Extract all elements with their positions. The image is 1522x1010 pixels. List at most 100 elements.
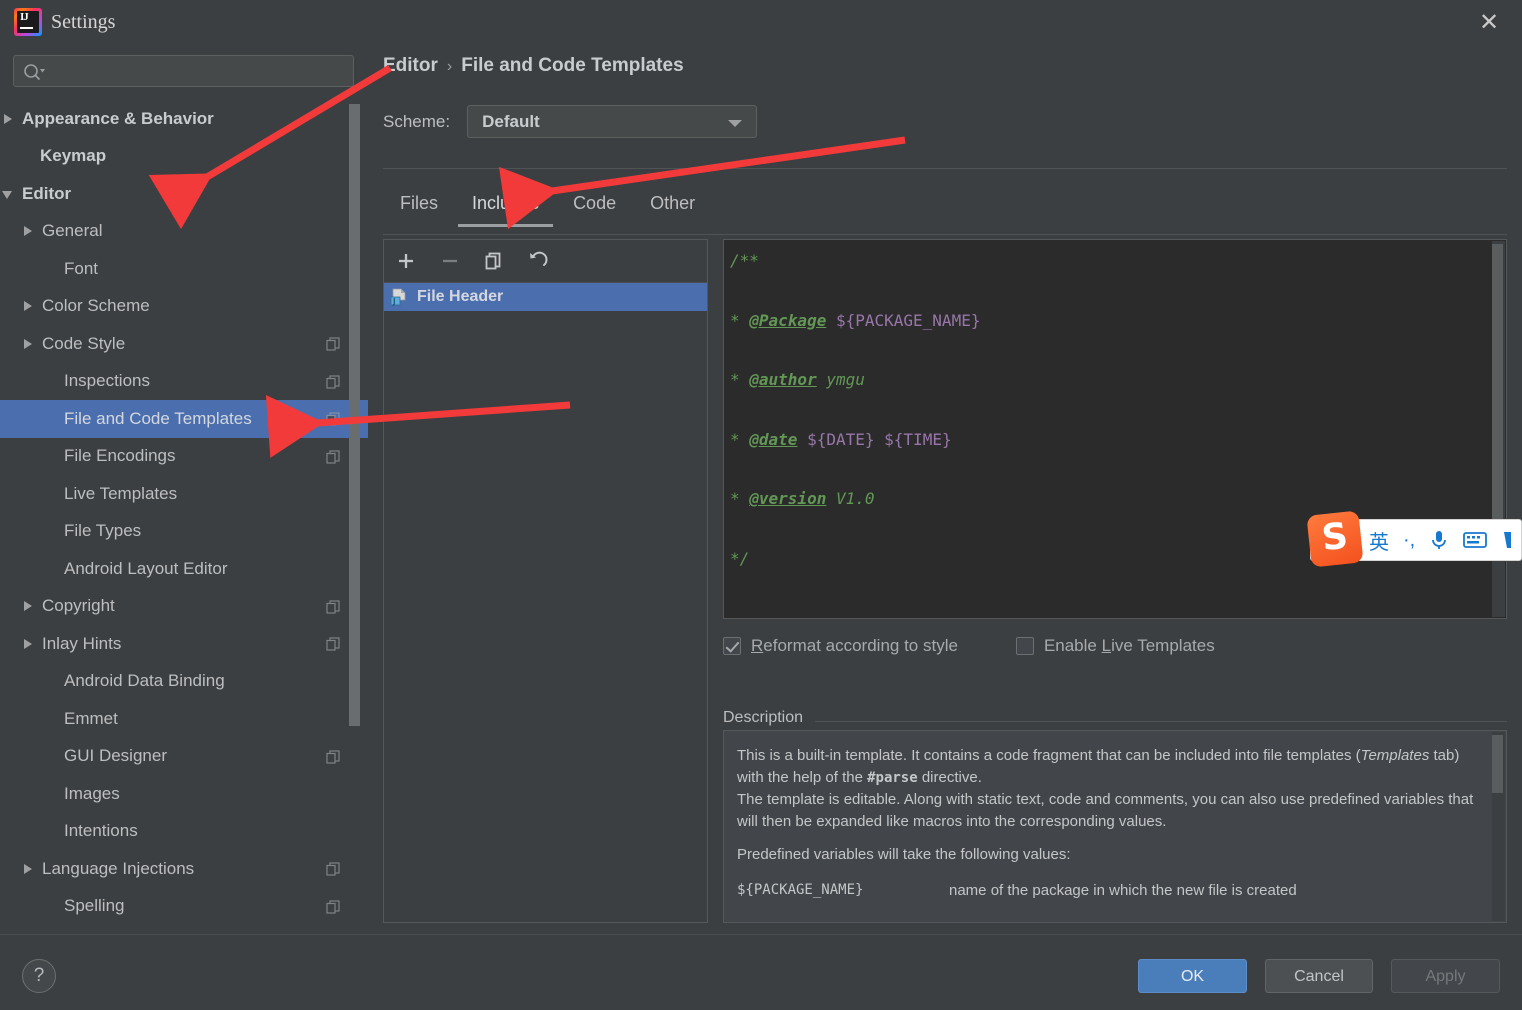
cancel-button[interactable]: Cancel	[1265, 959, 1373, 993]
editor-options: Reformat according to style Enable Live T…	[723, 636, 1273, 656]
chevron-right-icon[interactable]	[20, 861, 36, 877]
sidebar-item-inlay-hints[interactable]: Inlay Hints	[0, 625, 368, 663]
copy-settings-icon	[326, 374, 340, 389]
breadcrumb-parent[interactable]: Editor	[383, 55, 438, 76]
tab-other[interactable]: Other	[633, 183, 712, 227]
sidebar-item-file-and-code-templates[interactable]: File and Code Templates	[0, 400, 368, 438]
sidebar-item-spelling[interactable]: Spelling	[0, 888, 368, 926]
sidebar-item-label: Intentions	[64, 821, 138, 841]
sidebar-item-label: GUI Designer	[64, 746, 167, 766]
reset-icon[interactable]	[526, 249, 550, 273]
sidebar-item-emmet[interactable]: Emmet	[0, 700, 368, 738]
tab-includes[interactable]: Includes	[455, 183, 556, 227]
sidebar-item-android-data-binding[interactable]: Android Data Binding	[0, 663, 368, 701]
sidebar-item-label: File Encodings	[64, 446, 176, 466]
code-line: /**	[730, 246, 1486, 276]
remove-icon[interactable]	[438, 249, 462, 273]
checkbox-box[interactable]	[1015, 637, 1034, 655]
chevron-right-icon[interactable]	[20, 336, 36, 352]
tab-files[interactable]: Files	[383, 183, 455, 227]
template-tabs: Files Includes Code Other	[383, 183, 712, 227]
sidebar-item-label: Language Injections	[42, 858, 195, 878]
sidebar-item-live-templates[interactable]: Live Templates	[0, 475, 368, 513]
sidebar-item-general[interactable]: General	[0, 213, 368, 251]
help-button[interactable]: ?	[22, 959, 56, 993]
search-box[interactable]	[13, 55, 354, 87]
tabs-divider	[383, 234, 1507, 235]
code-token-comment: */	[730, 548, 750, 568]
description-divider	[815, 721, 1507, 722]
chevron-right-icon[interactable]	[20, 298, 36, 314]
copy-settings-icon	[326, 749, 340, 764]
code-line: * @author ymgu	[730, 365, 1486, 395]
sidebar-item-label: Appearance & Behavior	[22, 108, 214, 128]
chevron-right-icon[interactable]	[0, 111, 16, 127]
search-input[interactable]	[50, 56, 350, 86]
sidebar-item-font[interactable]: Font	[0, 250, 368, 288]
microphone-icon[interactable]	[1429, 529, 1449, 551]
sidebar-item-gui-designer[interactable]: GUI Designer	[0, 738, 368, 776]
chevron-right-icon[interactable]	[20, 223, 36, 239]
sidebar-item-label: Inlay Hints	[42, 633, 122, 653]
description-panel: This is a built-in template. It contains…	[723, 730, 1507, 923]
variable-description: current user system login name	[949, 919, 1158, 922]
template-list-toolbar	[384, 240, 707, 283]
settings-content: Editor › File and Code Templates Scheme: D…	[368, 44, 1522, 934]
toolbox-icon[interactable]	[1501, 530, 1515, 550]
chevron-down-icon[interactable]	[0, 186, 16, 202]
desc-p1-c: directive.	[917, 768, 982, 786]
punctuation-icon[interactable]: ·,	[1403, 529, 1415, 552]
sidebar-item-inspections[interactable]: Inspections	[0, 363, 368, 401]
checkbox-enable-live-templates[interactable]: Enable Live Templates	[1015, 636, 1215, 656]
sidebar-item-intentions[interactable]: Intentions	[0, 813, 368, 851]
scheme-selected-value: Default	[482, 111, 540, 131]
template-list-item-label: File Header	[417, 288, 504, 305]
sogou-logo-icon: S	[1306, 510, 1364, 568]
template-list-item-file-header[interactable]: J File Header	[384, 283, 707, 311]
ok-button[interactable]: OK	[1138, 959, 1247, 993]
sidebar-item-images[interactable]: Images	[0, 775, 368, 813]
sidebar-scrollbar-thumb[interactable]	[349, 104, 360, 726]
code-token-var: ${TIME}	[884, 429, 952, 449]
chevron-right-icon[interactable]	[20, 636, 36, 652]
sidebar-item-label: Keymap	[40, 146, 107, 166]
sidebar-item-appearance-behavior[interactable]: Appearance & Behavior	[0, 100, 368, 138]
sidebar-item-code-style[interactable]: Code Style	[0, 325, 368, 363]
sidebar-item-file-encodings[interactable]: File Encodings	[0, 438, 368, 476]
sidebar-item-color-scheme[interactable]: Color Scheme	[0, 288, 368, 326]
description-label: Description	[723, 709, 812, 727]
code-token-tag: @date	[749, 429, 798, 449]
editor-scrollbar-thumb[interactable]	[1492, 244, 1503, 532]
description-scrollbar-track	[1492, 732, 1505, 921]
code-line: * @version V1.0	[730, 484, 1486, 514]
language-chinese-icon[interactable]: 英	[1369, 526, 1389, 555]
scheme-row: Scheme: Default	[383, 105, 758, 138]
chevron-right-icon[interactable]	[20, 598, 36, 614]
template-list-panel: J File Header	[383, 239, 708, 923]
add-icon[interactable]	[394, 249, 418, 273]
sidebar-item-keymap[interactable]: Keymap	[0, 138, 368, 176]
sidebar-item-language-injections[interactable]: Language Injections	[0, 850, 368, 888]
copy-icon[interactable]	[482, 249, 506, 273]
desc-p1-code: #parse	[867, 769, 918, 786]
keyboard-icon[interactable]	[1463, 531, 1488, 549]
breadcrumb-current: File and Code Templates	[461, 55, 684, 76]
sidebar-item-android-layout-editor[interactable]: Android Layout Editor	[0, 550, 368, 588]
close-icon[interactable]: ✕	[1474, 8, 1504, 38]
sidebar-item-textmate-bundles[interactable]: TextMate Bundles	[0, 925, 368, 935]
sidebar-item-file-types[interactable]: File Types	[0, 513, 368, 551]
scheme-select[interactable]: Default	[467, 105, 758, 138]
sidebar-item-copyright[interactable]: Copyright	[0, 588, 368, 626]
header-divider	[383, 168, 1507, 169]
tab-code[interactable]: Code	[556, 183, 633, 227]
sidebar-item-editor[interactable]: Editor	[0, 175, 368, 213]
description-scrollbar-thumb[interactable]	[1492, 735, 1503, 793]
template-code-editor[interactable]: /** * @Package ${PACKAGE_NAME} * @author…	[723, 239, 1507, 619]
